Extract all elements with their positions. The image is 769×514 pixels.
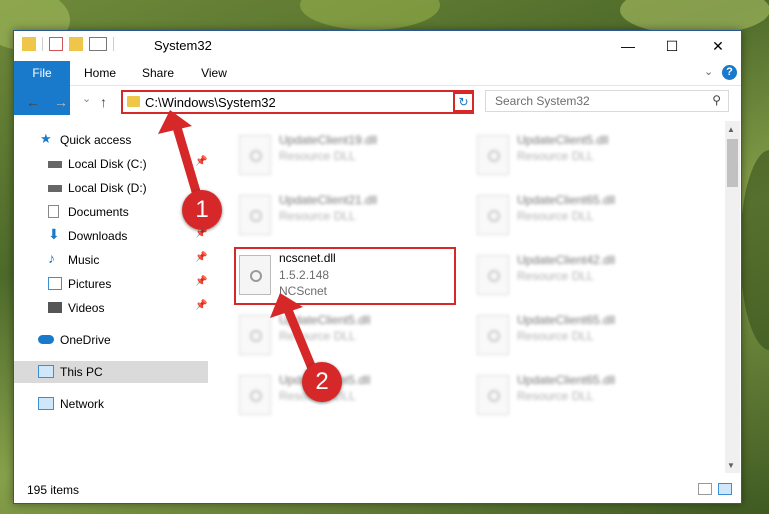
dll-file-icon: [239, 375, 271, 415]
refresh-button[interactable]: ↻: [453, 92, 474, 112]
computer-icon: [38, 365, 54, 378]
dll-file-icon: [477, 135, 509, 175]
vertical-scrollbar[interactable]: ▲ ▼: [725, 121, 740, 473]
tab-home[interactable]: Home: [76, 61, 124, 85]
sidebar-item-quick-access[interactable]: ★ Quick access: [14, 129, 208, 151]
file-item[interactable]: UpdateClient5.dll Resource DLL: [231, 307, 451, 361]
star-icon: ★: [40, 131, 52, 146]
sidebar-item-local-disk-c[interactable]: Local Disk (C:) 📌: [14, 153, 208, 175]
dll-file-icon: [239, 135, 271, 175]
dll-file-icon: [477, 255, 509, 295]
dll-file-icon: [477, 195, 509, 235]
navigation-pane: ★ Quick access Local Disk (C:) 📌 Local D…: [14, 121, 208, 473]
customize-toolbar-icon[interactable]: [89, 37, 107, 51]
maximize-button[interactable]: ☐: [649, 31, 695, 61]
details-view-icon[interactable]: [698, 483, 712, 495]
download-icon: ⬇: [48, 226, 60, 242]
file-item[interactable]: UpdateClient65.dll Resource DLL: [469, 307, 689, 361]
step-badge-2: 2: [302, 362, 342, 402]
videos-icon: [48, 302, 62, 313]
sidebar-item-documents[interactable]: Documents: [14, 201, 208, 223]
close-button[interactable]: ✕: [695, 31, 741, 61]
scroll-up-icon[interactable]: ▲: [727, 125, 735, 134]
cloud-icon: [38, 335, 54, 344]
up-icon[interactable]: ↑: [100, 94, 107, 110]
pin-icon[interactable]: 📌: [195, 300, 207, 311]
documents-icon: [48, 205, 59, 218]
sidebar-item-videos[interactable]: Videos 📌: [14, 297, 208, 319]
file-item[interactable]: UpdateClient5.dll Resource DLL: [469, 127, 689, 181]
file-item[interactable]: UpdateClient21.dll Resource DLL: [231, 187, 451, 241]
sidebar-item-music[interactable]: ♪ Music 📌: [14, 249, 208, 271]
file-item[interactable]: UpdateClient19.dll Resource DLL: [231, 127, 451, 181]
expand-ribbon-icon[interactable]: ⌄: [704, 65, 713, 78]
tab-view[interactable]: View: [190, 61, 238, 85]
folder-icon: [22, 37, 36, 51]
background-leaf: [740, 150, 769, 350]
large-icons-view-icon[interactable]: [718, 483, 732, 495]
title-bar: System32 — ☐ ✕: [14, 31, 741, 61]
pin-icon[interactable]: 📌: [195, 156, 207, 167]
properties-icon[interactable]: [49, 37, 63, 51]
network-icon: [38, 397, 54, 410]
sidebar-item-local-disk-d[interactable]: Local Disk (D:): [14, 177, 208, 199]
sidebar-item-pictures[interactable]: Pictures 📌: [14, 273, 208, 295]
search-icon: ⚲: [712, 93, 721, 107]
background-leaf: [300, 0, 440, 30]
highlight-box: [234, 247, 456, 305]
minimize-button[interactable]: —: [605, 31, 651, 61]
file-list: UpdateClient19.dll Resource DLL UpdateCl…: [209, 121, 725, 473]
pictures-icon: [48, 277, 62, 290]
music-icon: ♪: [48, 250, 55, 266]
pin-icon[interactable]: 📌: [195, 252, 207, 263]
file-item[interactable]: UpdateClient65.dll Resource DLL: [469, 367, 689, 421]
forward-icon[interactable]: →: [54, 94, 68, 110]
quick-access-toolbar: [22, 37, 114, 51]
sidebar-item-onedrive[interactable]: OneDrive: [14, 329, 208, 351]
dll-file-icon: [477, 315, 509, 355]
ribbon: File Home Share View ⌄ ?: [14, 61, 741, 115]
scroll-down-icon[interactable]: ▼: [727, 461, 735, 470]
sidebar-item-downloads[interactable]: ⬇ Downloads 📌: [14, 225, 208, 247]
tab-share[interactable]: Share: [134, 61, 182, 85]
drive-icon: [48, 161, 62, 168]
folder-icon: [127, 96, 140, 107]
back-icon[interactable]: ←: [26, 94, 40, 110]
scrollbar-thumb[interactable]: [727, 139, 738, 187]
dll-file-icon: [477, 375, 509, 415]
window-title: System32: [154, 38, 212, 53]
pin-icon[interactable]: 📌: [195, 276, 207, 287]
new-folder-icon[interactable]: [69, 37, 83, 51]
address-path: C:\Windows\System32: [145, 95, 276, 110]
step-badge-1: 1: [182, 190, 222, 230]
drive-icon: [48, 185, 62, 192]
search-input[interactable]: Search System32 ⚲: [485, 90, 729, 112]
search-placeholder: Search System32: [495, 94, 590, 108]
item-count: 195 items: [27, 483, 80, 497]
address-bar[interactable]: C:\Windows\System32 ⌄: [121, 90, 474, 114]
sidebar-item-network[interactable]: Network: [14, 393, 208, 415]
help-icon[interactable]: ?: [722, 65, 737, 80]
file-item[interactable]: UpdateClient65.dll Resource DLL: [469, 187, 689, 241]
address-row: ← → ⌄ ↑ C:\Windows\System32 ⌄ ↻ Search S…: [14, 86, 741, 120]
sidebar-item-this-pc[interactable]: This PC: [14, 361, 208, 383]
status-bar: 195 items: [14, 479, 741, 501]
dll-file-icon: [239, 315, 271, 355]
dll-file-icon: [239, 195, 271, 235]
recent-locations-icon[interactable]: ⌄: [82, 92, 91, 105]
explorer-window: System32 — ☐ ✕ File Home Share View ⌄ ? …: [13, 30, 742, 504]
file-item[interactable]: UpdateClient42.dll Resource DLL: [469, 247, 689, 301]
